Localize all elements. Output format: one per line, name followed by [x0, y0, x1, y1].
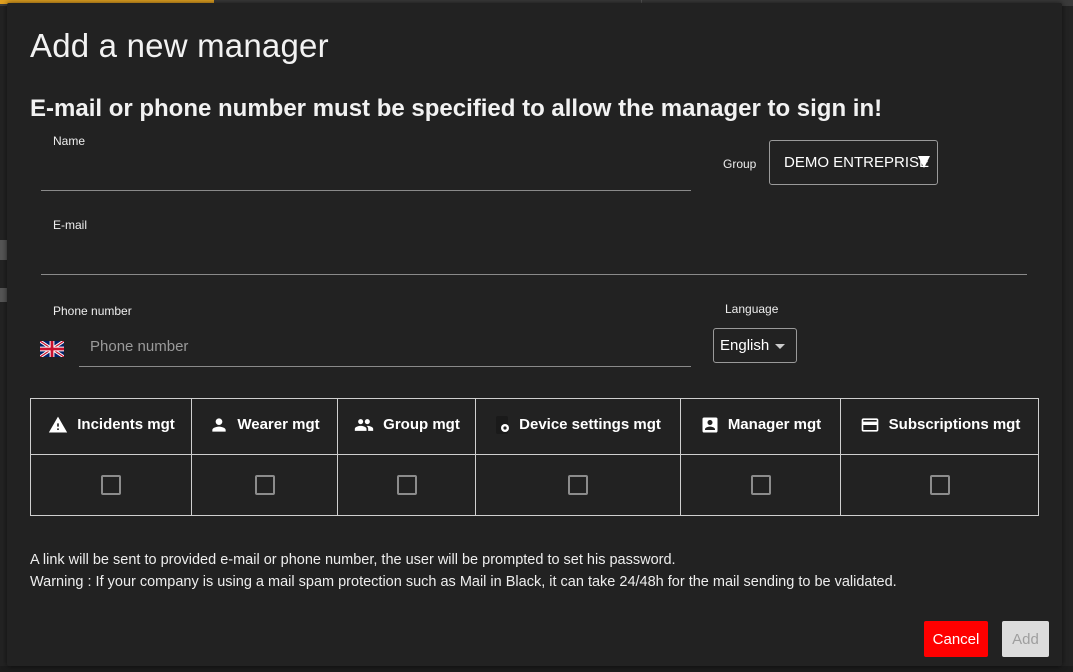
- column-label: Wearer mgt: [237, 416, 320, 433]
- email-input[interactable]: [41, 241, 1027, 271]
- language-select[interactable]: English: [713, 328, 797, 363]
- name-input[interactable]: [41, 157, 691, 187]
- cell-group: [337, 454, 476, 516]
- people-icon: [355, 418, 374, 431]
- language-select-value: English: [720, 337, 770, 354]
- name-underline: [41, 190, 691, 191]
- language-label: Language: [725, 302, 779, 316]
- wearer-checkbox[interactable]: [254, 475, 275, 495]
- incidents-checkbox[interactable]: [101, 475, 121, 495]
- background-bottom-bar: [0, 666, 1073, 672]
- credit-card-icon: [861, 417, 878, 432]
- column-label: Manager mgt: [727, 416, 822, 433]
- column-header-subscriptions: Subscriptions mgt: [840, 398, 1039, 455]
- phone-label: Phone number: [53, 304, 132, 318]
- column-label: Subscriptions mgt: [888, 416, 1021, 433]
- dialog-subtitle: E-mail or phone number must be specified…: [30, 95, 883, 122]
- add-button[interactable]: Add: [1002, 621, 1049, 657]
- column-header-manager: Manager mgt: [680, 398, 841, 455]
- column-header-incidents: Incidents mgt: [30, 398, 192, 455]
- cell-manager: [680, 454, 841, 516]
- group-label: Group: [723, 157, 757, 171]
- cell-incidents: [30, 454, 192, 516]
- permissions-header-row: Incidents mgt Wearer mgt Group mgt Devic…: [30, 398, 1039, 455]
- warning-icon: [49, 416, 68, 432]
- cell-subscriptions: [840, 454, 1039, 516]
- subscriptions-checkbox[interactable]: [929, 475, 950, 495]
- add-manager-dialog: Add a new manager E-mail or phone number…: [7, 3, 1062, 666]
- column-header-device-settings: Device settings mgt: [475, 398, 681, 455]
- info-text: A link will be sent to provided e-mail o…: [30, 549, 897, 593]
- account-box-icon: [702, 417, 718, 432]
- dropdown-triangle-icon: [918, 156, 930, 168]
- group-select-value: DEMO ENTREPRISE: [784, 154, 930, 171]
- background-side-mark: [0, 240, 7, 260]
- name-label: Name: [53, 134, 86, 148]
- column-label: Device settings mgt: [519, 416, 661, 433]
- warning-line: Warning : If your company is using a mai…: [30, 574, 897, 590]
- group-checkbox[interactable]: [396, 475, 417, 495]
- column-label: Group mgt: [383, 416, 460, 433]
- cell-wearer: [191, 454, 338, 516]
- caret-down-icon: [775, 344, 785, 349]
- permissions-table: Incidents mgt Wearer mgt Group mgt Devic…: [30, 398, 1039, 516]
- email-underline: [41, 274, 1027, 275]
- background-side-mark: [0, 288, 7, 302]
- permissions-checkbox-row: [30, 454, 1039, 516]
- phone-underline: [79, 366, 691, 367]
- dialog-title: Add a new manager: [30, 27, 329, 64]
- email-label: E-mail: [53, 218, 88, 232]
- device-settings-checkbox[interactable]: [568, 475, 588, 495]
- group-select[interactable]: DEMO ENTREPRISE: [769, 140, 938, 185]
- person-icon: [212, 417, 227, 432]
- column-header-wearer: Wearer mgt: [191, 398, 338, 455]
- uk-flag-icon[interactable]: [40, 341, 64, 357]
- manager-checkbox[interactable]: [750, 475, 771, 495]
- column-label: Incidents mgt: [77, 416, 175, 433]
- phone-input[interactable]: [88, 332, 691, 360]
- phone-settings-icon: [496, 415, 510, 434]
- column-header-group: Group mgt: [337, 398, 476, 455]
- info-line: A link will be sent to provided e-mail o…: [30, 552, 676, 568]
- cell-device-settings: [475, 454, 681, 516]
- cancel-button[interactable]: Cancel: [924, 621, 988, 657]
